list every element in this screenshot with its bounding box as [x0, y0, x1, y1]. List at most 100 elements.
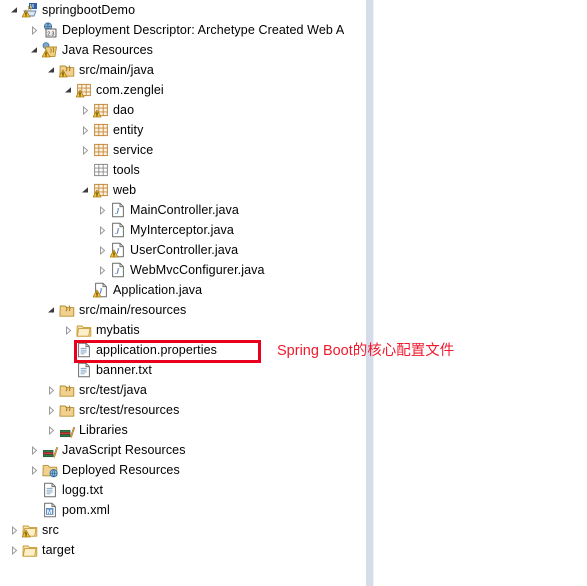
tree-row-label: entity — [113, 123, 144, 137]
chevron-right-icon[interactable] — [45, 420, 58, 440]
tree-row-label: pom.xml — [62, 503, 110, 517]
java-file-icon: J — [92, 280, 110, 300]
svg-text:M: M — [47, 509, 53, 516]
package-icon — [92, 180, 110, 200]
tree-row[interactable]: 2.3 Deployment Descriptor: Archetype Crea… — [0, 20, 366, 40]
tree-row-label: JavaScript Resources — [62, 443, 186, 457]
tree-row[interactable]: banner.txt — [0, 360, 366, 380]
file-icon — [75, 340, 93, 360]
tree-row-label: mybatis — [96, 323, 140, 337]
package-icon — [75, 80, 93, 100]
empty-package-icon — [92, 160, 110, 180]
chevron-down-icon[interactable] — [28, 40, 41, 60]
chevron-right-icon[interactable] — [45, 380, 58, 400]
chevron-down-icon[interactable] — [45, 300, 58, 320]
tree-row[interactable]: entity — [0, 120, 366, 140]
tree-row[interactable]: src — [0, 520, 366, 540]
chevron-right-icon[interactable] — [45, 400, 58, 420]
tree-row[interactable]: J MyInterceptor.java — [0, 220, 366, 240]
tree-row[interactable]: service — [0, 140, 366, 160]
file-icon — [41, 480, 59, 500]
chevron-right-icon[interactable] — [96, 220, 109, 240]
tree-row-label: com.zenglei — [96, 83, 164, 97]
chevron-right-icon[interactable] — [96, 260, 109, 280]
tree-row[interactable]: dao — [0, 100, 366, 120]
tree-row[interactable]: com.zenglei — [0, 80, 366, 100]
tree-row[interactable]: src/main/resources — [0, 300, 366, 320]
package-icon — [92, 140, 110, 160]
annotation-text: Spring Boot的核心配置文件 — [277, 343, 455, 359]
chevron-down-icon[interactable] — [8, 0, 21, 20]
folder-icon — [21, 520, 39, 540]
tree-row-label: Libraries — [79, 423, 128, 437]
chevron-right-icon[interactable] — [96, 240, 109, 260]
chevron-right-icon[interactable] — [79, 100, 92, 120]
no-expander — [62, 340, 75, 360]
no-expander — [79, 160, 92, 180]
tree-row-label: target — [42, 543, 75, 557]
tree-row-label: Deployment Descriptor: Archetype Created… — [62, 23, 345, 37]
chevron-down-icon[interactable] — [79, 180, 92, 200]
source-folder-icon — [58, 60, 76, 80]
chevron-down-icon[interactable] — [62, 80, 75, 100]
tree-row[interactable]: src/test/resources — [0, 400, 366, 420]
java-project-icon: M — [21, 0, 39, 20]
tree-row-label: src/test/java — [79, 383, 147, 397]
file-icon — [75, 360, 93, 380]
chevron-down-icon[interactable] — [45, 60, 58, 80]
divider-edge — [373, 0, 374, 586]
chevron-right-icon[interactable] — [28, 440, 41, 460]
libraries-icon — [41, 440, 59, 460]
no-expander — [62, 360, 75, 380]
chevron-right-icon[interactable] — [79, 140, 92, 160]
tree-row[interactable]: J UserController.java — [0, 240, 366, 260]
tree-row[interactable]: J MainController.java — [0, 200, 366, 220]
no-expander — [28, 480, 41, 500]
tree-row-label: tools — [113, 163, 140, 177]
tree-row-label: dao — [113, 103, 135, 117]
deployed-resources-icon — [41, 460, 59, 480]
maven-file-icon: M — [41, 500, 59, 520]
tree-row-label: logg.txt — [62, 483, 104, 497]
package-icon — [92, 120, 110, 140]
tree-row[interactable]: Libraries — [0, 420, 366, 440]
chevron-right-icon[interactable] — [8, 540, 21, 560]
folder-icon — [75, 320, 93, 340]
source-folder-icon — [58, 300, 76, 320]
java-file-icon: J — [109, 200, 127, 220]
tree-row-label: MyInterceptor.java — [130, 223, 234, 237]
tree-row[interactable]: MspringbootDemo — [0, 0, 366, 20]
tree-row[interactable]: Mpom.xml — [0, 500, 366, 520]
tree-row[interactable]: web — [0, 180, 366, 200]
chevron-right-icon[interactable] — [28, 20, 41, 40]
tree-row[interactable]: logg.txt — [0, 480, 366, 500]
tree-row[interactable]: tools — [0, 160, 366, 180]
project-explorer-tree[interactable]: MspringbootDemo 2.3 Deployment Descriptor:… — [0, 0, 366, 586]
source-folder-icon — [58, 400, 76, 420]
chevron-right-icon[interactable] — [79, 120, 92, 140]
libraries-icon — [58, 420, 76, 440]
tree-row-label: src — [42, 523, 59, 537]
tree-row[interactable]: target — [0, 540, 366, 560]
vertical-scrollbar-divider[interactable] — [366, 0, 373, 586]
tree-row[interactable]: Java Resources — [0, 40, 366, 60]
tree-row-label: Deployed Resources — [62, 463, 180, 477]
tree-row-label: src/main/resources — [79, 303, 187, 317]
tree-row[interactable]: Deployed Resources — [0, 460, 366, 480]
no-expander — [28, 500, 41, 520]
chevron-right-icon[interactable] — [62, 320, 75, 340]
tree-row[interactable]: src/main/java — [0, 60, 366, 80]
chevron-right-icon[interactable] — [8, 520, 21, 540]
tree-row[interactable]: J Application.java — [0, 280, 366, 300]
folder-icon — [21, 540, 39, 560]
tree-row[interactable]: src/test/java — [0, 380, 366, 400]
chevron-right-icon[interactable] — [28, 460, 41, 480]
svg-text:2.3: 2.3 — [47, 31, 54, 37]
java-file-icon: J — [109, 260, 127, 280]
tree-row[interactable]: JavaScript Resources — [0, 440, 366, 460]
tree-row[interactable]: J WebMvcConfigurer.java — [0, 260, 366, 280]
tree-row[interactable]: mybatis — [0, 320, 366, 340]
tree-row-label: web — [113, 183, 137, 197]
java-file-icon: J — [109, 220, 127, 240]
chevron-right-icon[interactable] — [96, 200, 109, 220]
